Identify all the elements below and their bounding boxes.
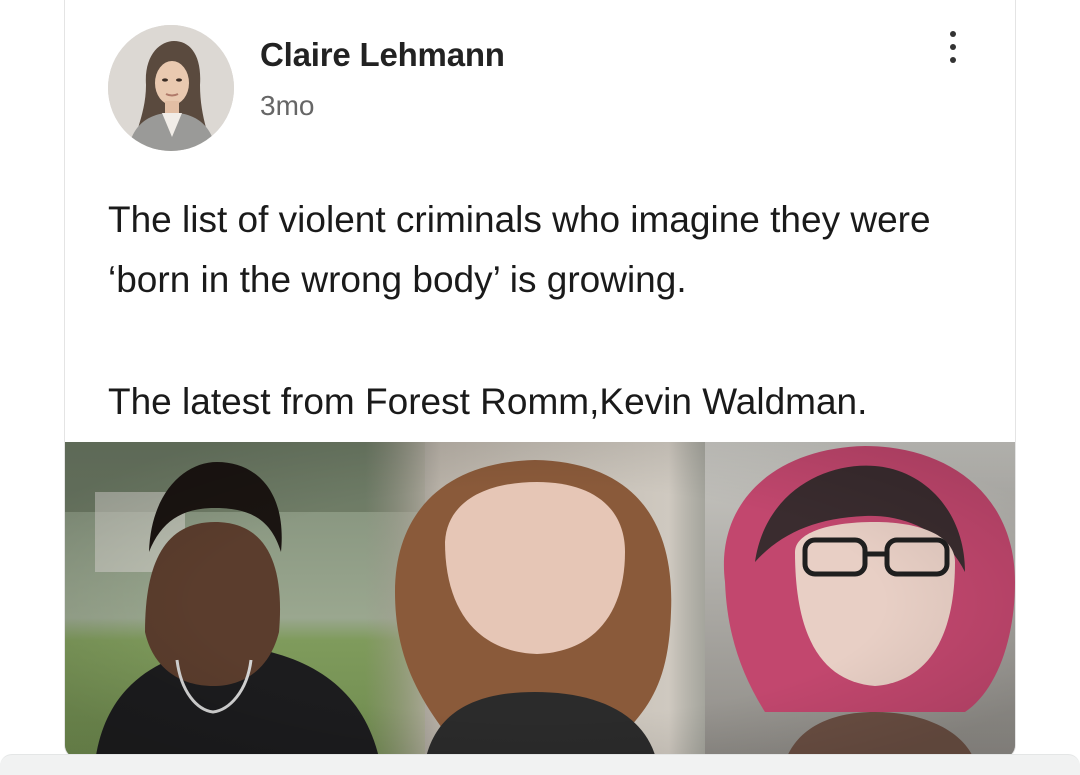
post-card[interactable]: Claire Lehmann 3mo The list of violent c… bbox=[64, 0, 1016, 759]
more-dot bbox=[950, 31, 956, 37]
author-avatar[interactable] bbox=[108, 25, 234, 151]
post-image[interactable] bbox=[65, 442, 1015, 758]
post-text-paragraph: The latest from Forest Romm,Kevin Waldma… bbox=[108, 381, 868, 422]
post-body: The list of violent criminals who imagin… bbox=[108, 190, 988, 432]
post-text-paragraph: The list of violent criminals who imagin… bbox=[108, 199, 931, 300]
feed-page: Claire Lehmann 3mo The list of violent c… bbox=[0, 0, 1080, 775]
more-dot bbox=[950, 44, 956, 50]
bottom-sheet-edge bbox=[0, 754, 1080, 775]
more-dot bbox=[950, 57, 956, 63]
author-name[interactable]: Claire Lehmann bbox=[260, 36, 505, 74]
more-vertical-icon[interactable] bbox=[933, 22, 973, 72]
post-timestamp: 3mo bbox=[260, 90, 315, 121]
